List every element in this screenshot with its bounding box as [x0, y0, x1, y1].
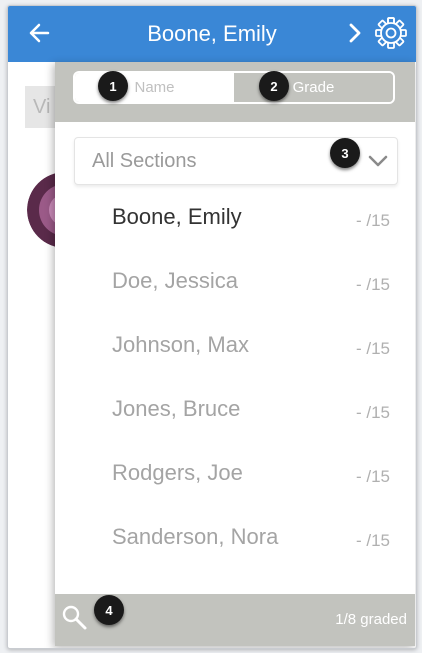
student-grade: - /15: [355, 275, 390, 294]
student-list-panel: Name Grade All Sections Boone, Emily - /…: [55, 62, 415, 646]
search-icon[interactable]: [60, 603, 90, 633]
callout-marker-2: 2: [259, 71, 289, 101]
student-row[interactable]: Jones, Bruce - /15: [55, 384, 415, 444]
student-row[interactable]: Boone, Emily - /15: [55, 192, 415, 252]
student-name: Johnson, Max: [112, 332, 249, 357]
graded-count: 1/8 graded: [335, 611, 407, 628]
callout-marker-3: 3: [330, 138, 360, 168]
student-list: Boone, Emily - /15 Doe, Jessica - /15 Jo…: [55, 192, 415, 592]
student-row[interactable]: Johnson, Max - /15: [55, 320, 415, 380]
list-fade: [55, 554, 415, 594]
student-row[interactable]: Rodgers, Joe - /15: [55, 448, 415, 508]
student-name: Jones, Bruce: [112, 396, 241, 421]
callout-marker-1: 1: [98, 71, 128, 101]
gear-icon[interactable]: [373, 15, 409, 51]
student-grade: - /15: [355, 211, 390, 230]
chevron-down-icon: [368, 155, 388, 167]
sort-by-grade-button[interactable]: Grade: [234, 73, 393, 102]
student-row[interactable]: Doe, Jessica - /15: [55, 256, 415, 316]
student-grade: - /15: [355, 467, 390, 486]
back-arrow-icon[interactable]: [24, 18, 54, 48]
student-name: Doe, Jessica: [112, 268, 238, 293]
app-window: Boone, Emily Vi Name Grade All Sections …: [7, 5, 417, 649]
student-title: Boone, Emily: [147, 21, 277, 46]
student-grade: - /15: [355, 403, 390, 422]
callout-marker-4: 4: [94, 595, 124, 625]
next-student-chevron-icon[interactable]: [341, 18, 369, 48]
top-bar: Boone, Emily: [8, 6, 416, 62]
student-grade: - /15: [355, 339, 390, 358]
sections-dropdown-label: All Sections: [92, 150, 197, 172]
student-name: Rodgers, Joe: [112, 460, 243, 485]
student-name: Boone, Emily: [112, 204, 242, 229]
